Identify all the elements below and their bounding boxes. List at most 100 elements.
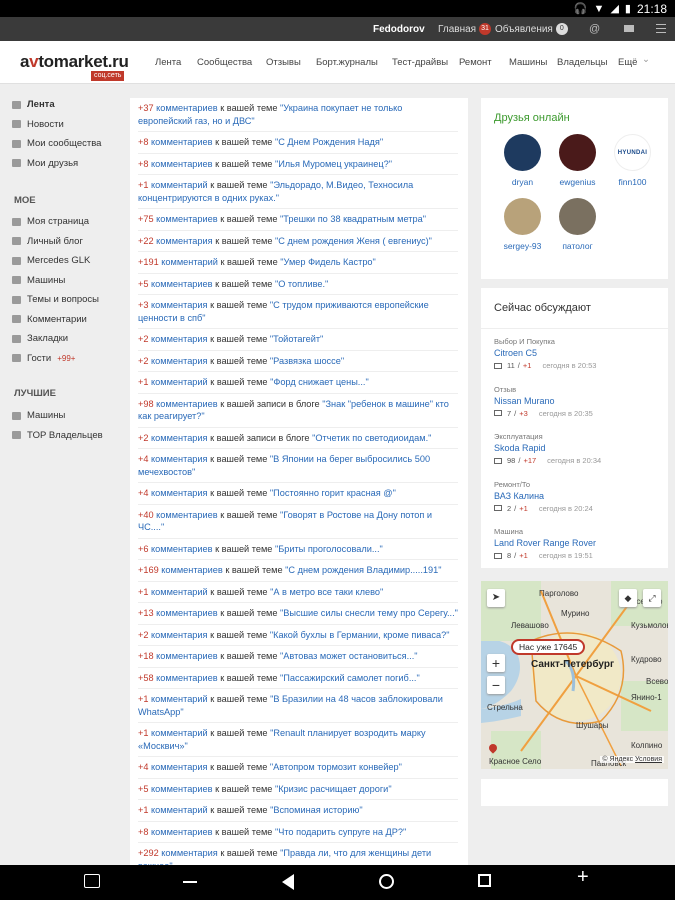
feed-comments-link[interactable]: комментарий [151, 180, 208, 190]
nav-item-1[interactable]: Сообщества [197, 57, 252, 68]
sidebar-item[interactable]: Машины [12, 271, 128, 291]
feed-count-link[interactable]: +1 [138, 728, 148, 738]
feed-count-link[interactable]: +5 [138, 784, 148, 794]
feed-count-link[interactable]: +292 [138, 848, 159, 858]
feed-comments-link[interactable]: комментариев [156, 103, 218, 113]
feed-topic-link[interactable]: "Форд снижает цены..." [270, 377, 369, 387]
feed-topic-link[interactable]: "Вспоминая историю" [270, 805, 363, 815]
feed-topic-link[interactable]: "Что подарить супруге на ДР?" [275, 827, 406, 837]
more-chevron-icon[interactable]: ⌄ [642, 54, 650, 65]
nav-item-6[interactable]: Машины [509, 57, 547, 68]
friend-item[interactable]: HYUNDAI finn100 [605, 134, 660, 198]
friend-item[interactable]: dryan [495, 134, 550, 198]
feed-comments-link[interactable]: комментариев [156, 651, 218, 661]
mentions-icon[interactable]: @ [589, 23, 600, 35]
feed-topic-link[interactable]: "Высшие силы снесли тему про Серегу..." [280, 608, 458, 618]
map-zoom-out-button[interactable]: − [487, 676, 505, 694]
friend-name[interactable]: finn100 [605, 177, 660, 187]
hamburger-menu-icon[interactable] [656, 24, 666, 36]
feed-count-link[interactable]: +8 [138, 137, 148, 147]
back-icon[interactable] [282, 874, 294, 890]
friend-item[interactable]: патолог [550, 198, 605, 262]
feed-count-link[interactable]: +8 [138, 159, 148, 169]
friend-item[interactable]: sergey-93 [495, 198, 550, 262]
feed-topic-link[interactable]: "Умер Фидель Кастро" [280, 257, 376, 267]
feed-count-link[interactable]: +4 [138, 454, 148, 464]
map-fullscreen-button[interactable]: ⤢ [643, 589, 661, 607]
feed-comments-link[interactable]: комментарий [151, 805, 208, 815]
map-layers-button[interactable]: ◆ [619, 589, 637, 607]
friend-name[interactable]: патолог [550, 241, 605, 251]
sidebar-item[interactable]: Новости [12, 115, 128, 135]
feed-count-link[interactable]: +1 [138, 805, 148, 815]
avatar[interactable] [559, 198, 596, 235]
feed-count-link[interactable]: +75 [138, 214, 154, 224]
map-terms-link[interactable]: Условия [635, 756, 662, 763]
sidebar-item[interactable]: Комментарии [12, 310, 128, 330]
feed-count-link[interactable]: +37 [138, 103, 154, 113]
avatar[interactable] [559, 134, 596, 171]
map-locate-button[interactable]: ➤ [487, 589, 505, 607]
recents-icon[interactable] [478, 874, 491, 887]
nav-item-2[interactable]: Отзывы [266, 57, 301, 68]
feed-comments-link[interactable]: комментария [151, 762, 207, 772]
feed-comments-link[interactable]: комментария [151, 433, 207, 443]
feed-comments-link[interactable]: комментария [161, 848, 217, 858]
sidebar-item[interactable]: Лента [12, 95, 128, 115]
feed-count-link[interactable]: +3 [138, 300, 148, 310]
feed-comments-link[interactable]: комментариев [151, 827, 213, 837]
sidebar-item[interactable]: Гости +99+ [12, 349, 128, 369]
feed-comments-link[interactable]: комментариев [156, 214, 218, 224]
nav-item-4[interactable]: Тест-драйвы [392, 57, 448, 68]
feed-comments-link[interactable]: комментария [151, 356, 207, 366]
feed-count-link[interactable]: +1 [138, 694, 148, 704]
feed-topic-link[interactable]: "Тойотагейт" [270, 334, 323, 344]
feed-count-link[interactable]: +98 [138, 399, 154, 409]
feed-count-link[interactable]: +4 [138, 762, 148, 772]
discussion-title-link[interactable]: Nissan Murano [494, 396, 655, 406]
feed-topic-link[interactable]: "Развязка шоссе" [270, 356, 344, 366]
feed-count-link[interactable]: +4 [138, 488, 148, 498]
feed-topic-link[interactable]: "С днем рождения Женя ( евгениус)" [275, 236, 432, 246]
feed-comments-link[interactable]: комментарий [151, 587, 208, 597]
feed-count-link[interactable]: +5 [138, 279, 148, 289]
feed-count-link[interactable]: +58 [138, 673, 154, 683]
feed-count-link[interactable]: +13 [138, 608, 154, 618]
feed-comments-link[interactable]: комментариев [151, 544, 213, 554]
feed-topic-link[interactable]: "Какой бухлы в Германии, кроме пиваса?" [270, 630, 450, 640]
feed-count-link[interactable]: +40 [138, 510, 154, 520]
mail-icon[interactable] [624, 25, 634, 32]
feed-count-link[interactable]: +191 [138, 257, 159, 267]
feed-comments-link[interactable]: комментария [151, 630, 207, 640]
feed-topic-link[interactable]: "Автоваз может остановиться..." [280, 651, 417, 661]
feed-count-link[interactable]: +2 [138, 630, 148, 640]
home-icon[interactable] [379, 874, 394, 889]
feed-topic-link[interactable]: "Трешки по 38 квадратным метра" [280, 214, 426, 224]
home-link[interactable]: Главная 31 [438, 23, 492, 35]
username-link[interactable]: Fedodorov [373, 24, 425, 35]
nav-item-3[interactable]: Борт.журналы [316, 57, 378, 68]
nav-item-7[interactable]: Владельцы [557, 57, 607, 68]
friend-name[interactable]: ewgenius [550, 177, 605, 187]
map-zoom-in-button[interactable]: + [487, 654, 505, 672]
feed-comments-link[interactable]: комментариев [161, 565, 223, 575]
avatar[interactable]: HYUNDAI [614, 134, 651, 171]
feed-count-link[interactable]: +1 [138, 587, 148, 597]
feed-comments-link[interactable]: комментария [151, 488, 207, 498]
feed-topic-link[interactable]: "О топливе." [275, 279, 328, 289]
feed-comments-link[interactable]: комментария [151, 454, 207, 464]
feed-count-link[interactable]: +2 [138, 334, 148, 344]
discussion-title-link[interactable]: ВАЗ Калина [494, 491, 655, 501]
feed-topic-link[interactable]: "Пассажирский самолет погиб..." [280, 673, 420, 683]
sidebar-item[interactable]: Личный блог [12, 232, 128, 252]
members-map[interactable]: ПарголовоВсеволоМуриноКузьмоловоКудровоВ… [481, 581, 668, 769]
feed-comments-link[interactable]: комментария [151, 300, 207, 310]
friend-name[interactable]: dryan [495, 177, 550, 187]
feed-comments-link[interactable]: комментариев [156, 510, 218, 520]
sidebar-item[interactable]: TOP Владельцев [12, 426, 128, 446]
feed-count-link[interactable]: +169 [138, 565, 159, 575]
sidebar-item[interactable]: Мои сообщества [12, 134, 128, 154]
feed-topic-link[interactable]: "С Днем Рождения Надя" [275, 137, 383, 147]
feed-topic-link[interactable]: "Постоянно горит красная @" [270, 488, 396, 498]
sidebar-item[interactable]: Темы и вопросы [12, 290, 128, 310]
